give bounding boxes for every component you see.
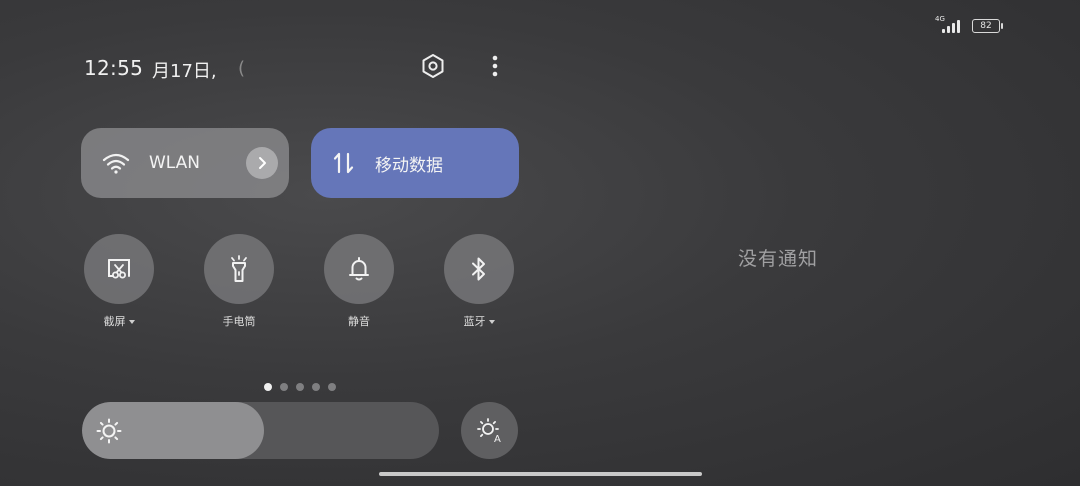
chevron-down-icon — [128, 320, 135, 324]
page-dot[interactable] — [312, 383, 320, 391]
clock-time: 12:55 — [84, 56, 144, 80]
auto-brightness-icon: A — [476, 417, 501, 445]
screenshot-label-wrap[interactable]: 截屏 — [69, 313, 169, 329]
flashlight-toggle[interactable] — [204, 234, 274, 304]
bell-icon — [349, 257, 369, 281]
flashlight-label: 手电筒 — [222, 315, 256, 328]
bluetooth-label: 蓝牙 — [463, 315, 486, 328]
home-indicator[interactable] — [379, 472, 702, 476]
signal-bars-icon: 4G — [935, 15, 960, 33]
date-overflow-text: ( — [238, 58, 246, 79]
silent-toggle[interactable] — [324, 234, 394, 304]
mobile-data-tile[interactable]: 移动数据 — [311, 128, 519, 198]
chevron-down-icon — [488, 320, 495, 324]
battery-level: 82 — [980, 21, 992, 31]
wlan-label: WLAN — [149, 153, 201, 173]
wlan-tile[interactable]: WLAN — [81, 128, 289, 198]
chevron-right-icon — [259, 157, 266, 169]
more-options-button[interactable] — [480, 51, 510, 81]
screenshot-label: 截屏 — [103, 315, 126, 328]
bluetooth-label-wrap[interactable]: 蓝牙 — [429, 313, 529, 329]
flashlight-icon — [231, 255, 247, 282]
hexagon-settings-icon — [422, 54, 444, 78]
mobile-data-label: 移动数据 — [375, 155, 443, 176]
sun-icon — [96, 418, 122, 444]
settings-button[interactable] — [418, 51, 448, 81]
page-indicator[interactable] — [264, 383, 336, 391]
network-type-label: 4G — [935, 15, 945, 23]
page-dot[interactable] — [328, 383, 336, 391]
screenshot-icon — [108, 259, 130, 279]
battery-icon: 82 — [972, 19, 1003, 33]
wlan-expand-button[interactable] — [246, 147, 278, 179]
brightness-slider[interactable] — [82, 402, 439, 459]
bluetooth-toggle[interactable] — [444, 234, 514, 304]
vertical-dots-icon — [492, 55, 498, 77]
bluetooth-icon — [472, 257, 485, 281]
page-dot[interactable] — [264, 383, 272, 391]
page-dot[interactable] — [296, 383, 304, 391]
page-dot[interactable] — [280, 383, 288, 391]
date-text: 月17日, — [152, 61, 217, 82]
screenshot-toggle[interactable] — [84, 234, 154, 304]
no-notifications-text: 没有通知 — [738, 248, 819, 270]
status-bar: 4G 82 — [935, 15, 1003, 33]
silent-label: 静音 — [348, 315, 370, 328]
wifi-icon — [102, 152, 130, 174]
up-down-arrows-icon — [333, 151, 355, 175]
auto-brightness-button[interactable]: A — [461, 402, 518, 459]
svg-text:A: A — [494, 434, 501, 445]
